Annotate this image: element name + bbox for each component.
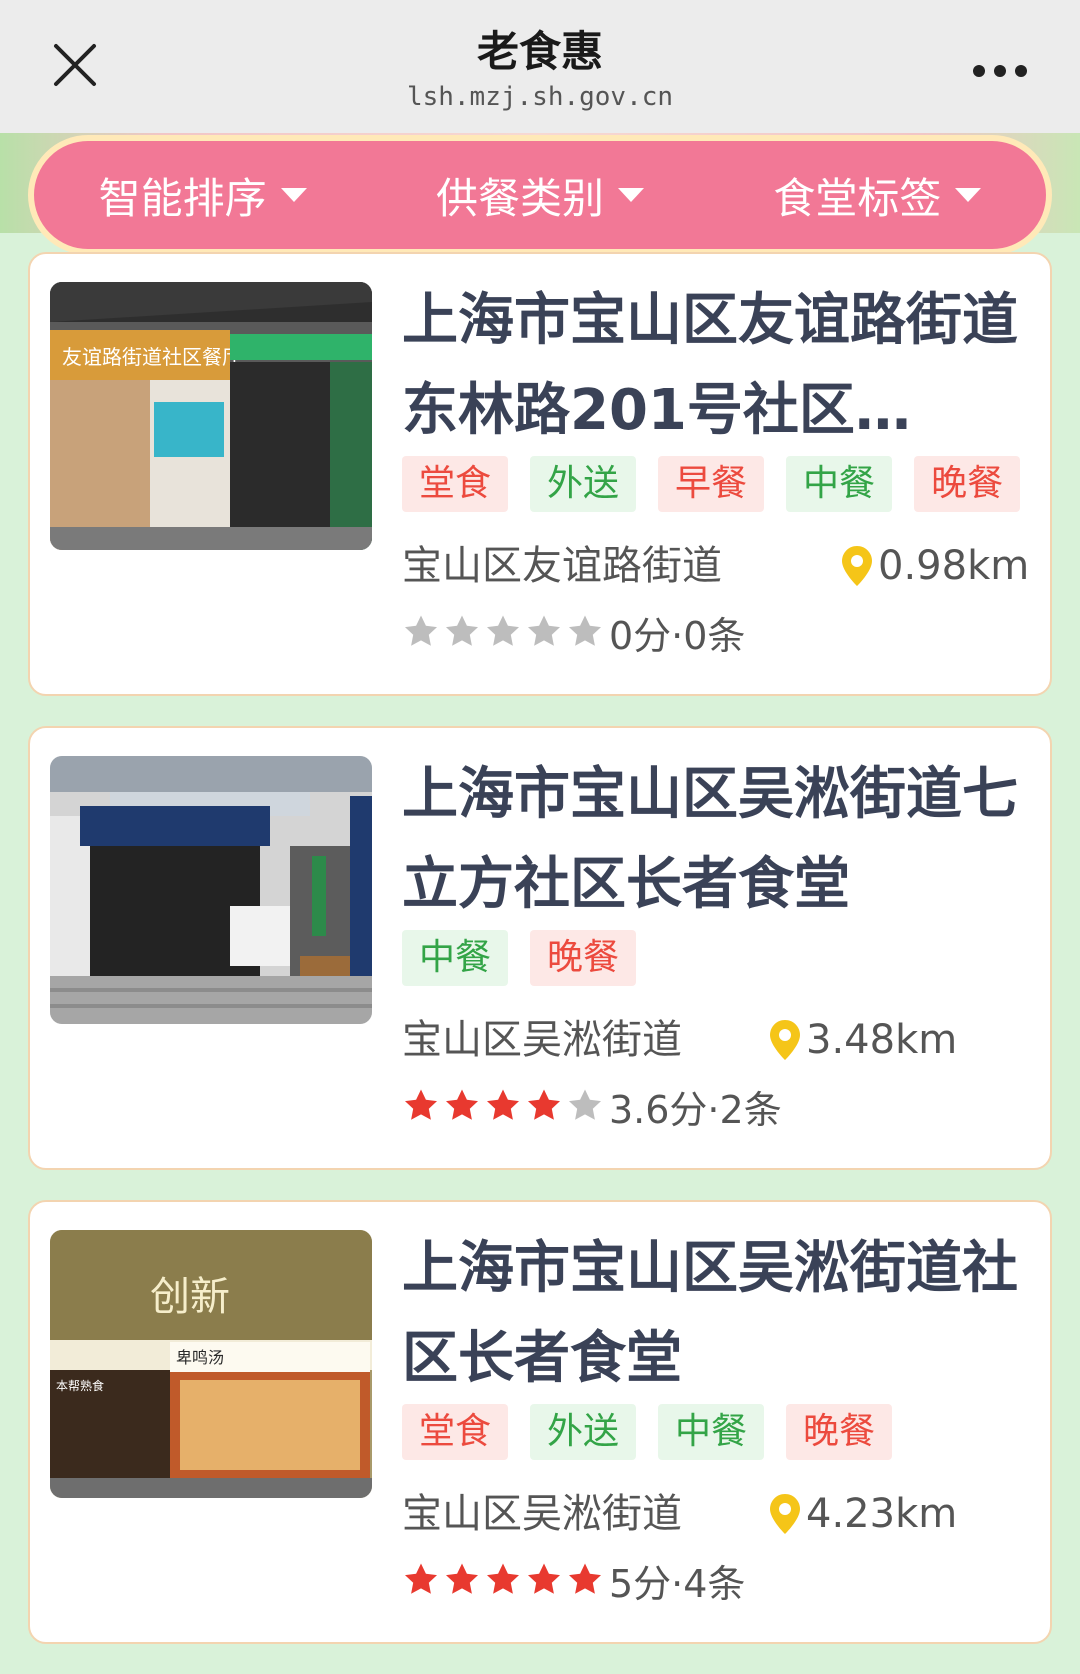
canteen-photo: 友谊路街道社区餐厅 (50, 282, 372, 550)
filter-canteen-tag[interactable]: 食堂标签 (709, 165, 1046, 226)
caret-down-icon (280, 188, 307, 202)
rating-row: 0分·0条 (402, 602, 1042, 662)
tag-list: 堂食 外送 中餐 晚餐 (402, 1404, 1042, 1460)
filter-sort[interactable]: 智能排序 (34, 165, 371, 226)
tag-dinner: 晚餐 (914, 456, 1021, 512)
more-dots-icon (973, 65, 1027, 77)
star-empty-icon (566, 613, 604, 651)
canteen-photo (50, 756, 372, 1024)
star-rating (402, 1561, 607, 1599)
star-empty-icon (484, 613, 522, 651)
distance-text: 3.48km (806, 1017, 958, 1063)
district-text: 宝山区吴淞街道 (402, 1017, 682, 1063)
page-url: lsh.mzj.sh.gov.cn (406, 82, 674, 112)
rating-text: 0分·0条 (609, 613, 746, 658)
star-filled-icon (484, 1087, 522, 1125)
tag-dinner: 晚餐 (786, 1404, 893, 1460)
star-empty-icon (525, 613, 563, 651)
distance-text: 0.98km (878, 543, 1030, 589)
tag-list: 堂食 外送 早餐 中餐 晚餐 (402, 456, 1042, 512)
star-filled-icon (443, 1561, 481, 1599)
rating-row: 5分·4条 (402, 1550, 1042, 1610)
tag-dinner: 晚餐 (530, 930, 637, 986)
distance: 0.98km (840, 536, 1029, 596)
canteen-card[interactable]: 创新 本帮熟食 卑鸣汤 上海市宝山区吴淞街道社区长者食堂 堂食 外送 中餐 晚餐… (28, 1200, 1052, 1644)
location-pin-icon (768, 1492, 802, 1536)
star-filled-icon (402, 1087, 440, 1125)
star-filled-icon (525, 1561, 563, 1599)
star-filled-icon (566, 1561, 604, 1599)
tag-dine-in: 堂食 (402, 1404, 509, 1460)
tag-lunch: 中餐 (402, 930, 509, 986)
star-filled-icon (525, 1087, 563, 1125)
tag-list: 中餐 晚餐 (402, 930, 1042, 986)
sign-text: 卑鸣汤 (176, 1348, 224, 1367)
canteen-info: 上海市宝山区吴淞街道社区长者食堂 堂食 外送 中餐 晚餐 宝山区吴淞街道 4.2… (402, 1224, 1042, 1610)
address-row: 宝山区友谊路街道 0.98km (402, 536, 1042, 596)
top-bar: 老食惠 lsh.mzj.sh.gov.cn (0, 0, 1080, 133)
distance: 4.23km (768, 1484, 957, 1544)
star-empty-icon (402, 613, 440, 651)
rating-row: 3.6分·2条 (402, 1076, 1042, 1136)
sign-text: 友谊路街道社区餐厅 (62, 345, 242, 369)
rating-text: 3.6分·2条 (609, 1087, 782, 1132)
district-text: 宝山区友谊路街道 (402, 543, 722, 589)
canteen-name: 上海市宝山区吴淞街道社区长者食堂 (402, 1236, 1018, 1391)
star-filled-icon (443, 1087, 481, 1125)
canteen-card[interactable]: 上海市宝山区吴淞街道七立方社区长者食堂 中餐 晚餐 宝山区吴淞街道 3.48km… (28, 726, 1052, 1170)
distance: 3.48km (768, 1010, 957, 1070)
location-pin-icon (768, 1018, 802, 1062)
star-empty-icon (443, 613, 481, 651)
canteen-name: 上海市宝山区吴淞街道七立方社区长者食堂 (402, 762, 1018, 917)
address-row: 宝山区吴淞街道 3.48km (402, 1010, 1042, 1070)
star-rating (402, 1087, 607, 1125)
district-text: 宝山区吴淞街道 (402, 1491, 682, 1537)
tag-lunch: 中餐 (658, 1404, 765, 1460)
filter-meal-type[interactable]: 供餐类别 (371, 165, 708, 226)
star-filled-icon (402, 1561, 440, 1599)
tag-dine-in: 堂食 (402, 456, 509, 512)
canteen-info: 上海市宝山区吴淞街道七立方社区长者食堂 中餐 晚餐 宝山区吴淞街道 3.48km… (402, 750, 1042, 1136)
canteen-info: 上海市宝山区友谊路街道东林路201号社区… 堂食 外送 早餐 中餐 晚餐 宝山区… (402, 276, 1042, 662)
filter-sort-label: 智能排序 (98, 173, 267, 223)
tag-delivery: 外送 (530, 1404, 637, 1460)
title-block: 老食惠 lsh.mzj.sh.gov.cn (0, 26, 1080, 114)
location-pin-icon (840, 544, 874, 588)
caret-down-icon (618, 188, 644, 202)
canteen-card[interactable]: 友谊路街道社区餐厅 上海市宝山区友谊路街道东林路201号社区… 堂食 外送 早餐… (28, 252, 1052, 696)
address-row: 宝山区吴淞街道 4.23km (402, 1484, 1042, 1544)
canteen-name: 上海市宝山区友谊路街道东林路201号社区… (402, 288, 1018, 443)
star-empty-icon (566, 1087, 604, 1125)
sign-text: 创新 (150, 1274, 230, 1320)
caret-down-icon (955, 188, 982, 202)
canteen-list: 友谊路街道社区餐厅 上海市宝山区友谊路街道东林路201号社区… 堂食 外送 早餐… (28, 252, 1052, 1674)
rating-text: 5分·4条 (609, 1561, 746, 1606)
canteen-photo: 创新 本帮熟食 卑鸣汤 (50, 1230, 372, 1498)
filter-canteen-tag-label: 食堂标签 (773, 173, 942, 223)
distance-text: 4.23km (806, 1491, 958, 1537)
page-title: 老食惠 (476, 27, 603, 76)
star-rating (402, 613, 607, 651)
more-options-button[interactable] (970, 62, 1030, 80)
sign-text: 本帮熟食 (56, 1378, 104, 1393)
tag-breakfast: 早餐 (658, 456, 765, 512)
star-filled-icon (484, 1561, 522, 1599)
filter-meal-type-label: 供餐类别 (435, 173, 604, 223)
tag-lunch: 中餐 (786, 456, 893, 512)
tag-delivery: 外送 (530, 456, 637, 512)
filter-bar: 智能排序 供餐类别 食堂标签 (28, 135, 1052, 255)
